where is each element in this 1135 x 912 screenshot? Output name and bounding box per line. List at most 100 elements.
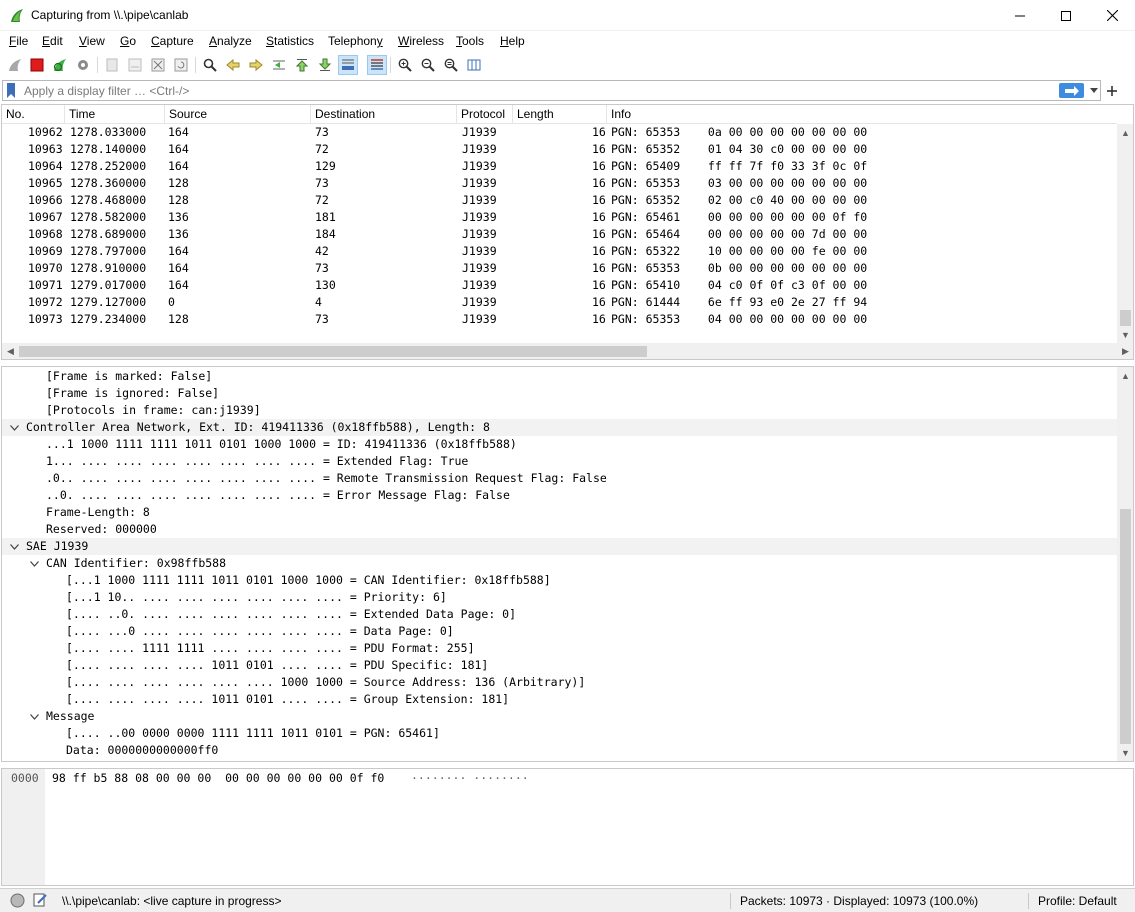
menu-wireless[interactable]: Wireless <box>398 34 444 48</box>
zoom-in-button[interactable] <box>395 55 415 75</box>
scroll-thumb[interactable] <box>1120 509 1131 744</box>
scroll-down-arrow[interactable]: ▼ <box>1117 744 1133 761</box>
details-vscrollbar[interactable]: ▲ ▼ <box>1117 367 1133 761</box>
packet-row[interactable]: 10966 1278.468000 128 72 J1939 16 PGN: 65352 0… <box>2 192 1117 209</box>
menu-file[interactable]: File <box>9 34 28 48</box>
detail-row[interactable]: Controller Area Network, Ext. ID: 419411… <box>2 419 1117 436</box>
menu-help[interactable]: Help <box>500 34 525 48</box>
detail-row[interactable]: [...1 10.. .... .... .... .... .... ....… <box>2 589 1117 606</box>
zoom-out-button[interactable] <box>418 55 438 75</box>
profile-text[interactable]: Profile: Default <box>1038 894 1117 908</box>
detail-row[interactable]: SAE J1939 <box>2 538 1117 555</box>
close-button[interactable] <box>1089 0 1135 31</box>
find-packet-button[interactable] <box>200 55 220 75</box>
close-file-button[interactable] <box>148 55 168 75</box>
apply-filter-button[interactable] <box>1059 83 1084 98</box>
scroll-thumb[interactable] <box>19 346 647 357</box>
bytes-hex[interactable]: 98 ff b5 88 08 00 00 00 00 00 00 00 00 0… <box>52 770 384 786</box>
chevron-down-icon[interactable] <box>28 708 40 725</box>
menu-go[interactable]: Go <box>120 34 136 48</box>
packet-row[interactable]: 10969 1278.797000 164 42 J1939 16 PGN: 65322 1… <box>2 243 1117 260</box>
menu-edit[interactable]: Edit <box>42 34 63 48</box>
detail-row[interactable]: [...1 1000 1111 1111 1011 0101 1000 1000… <box>2 572 1117 589</box>
detail-row[interactable]: [Frame is ignored: False] <box>2 385 1117 402</box>
go-first-packet-button[interactable] <box>292 55 312 75</box>
detail-row[interactable]: CAN Identifier: 0x98ffb588 <box>2 555 1117 572</box>
detail-row[interactable]: 1... .... .... .... .... .... .... .... … <box>2 453 1117 470</box>
column-header-destination[interactable]: Destination <box>311 105 457 124</box>
column-header-info[interactable]: Info <box>607 105 1117 124</box>
column-header-source[interactable]: Source <box>165 105 311 124</box>
autoscroll-button[interactable] <box>338 55 358 75</box>
detail-row[interactable]: Message <box>2 708 1117 725</box>
packet-row[interactable]: 10964 1278.252000 164 129 J1939 16 PGN: 65409 … <box>2 158 1117 175</box>
go-forward-button[interactable] <box>246 55 266 75</box>
detail-row[interactable]: .0.. .... .... .... .... .... .... .... … <box>2 470 1117 487</box>
resize-columns-button[interactable] <box>464 55 484 75</box>
column-header-protocol[interactable]: Protocol <box>457 105 513 124</box>
packet-row[interactable]: 10962 1278.033000 164 73 J1939 16 PGN: 65353 0… <box>2 124 1117 141</box>
go-back-button[interactable] <box>223 55 243 75</box>
open-file-button[interactable] <box>102 55 122 75</box>
add-filter-button[interactable] <box>1103 80 1121 101</box>
detail-row[interactable]: Reserved: 000000 <box>2 521 1117 538</box>
detail-row[interactable]: Frame-Length: 8 <box>2 504 1117 521</box>
edit-comment-icon[interactable] <box>33 892 48 907</box>
detail-row[interactable]: ..0. .... .... .... .... .... .... .... … <box>2 487 1117 504</box>
scroll-right-arrow[interactable]: ▶ <box>1117 343 1133 359</box>
chevron-down-icon[interactable] <box>28 555 40 572</box>
detail-row[interactable]: [.... .... .... .... .... .... 1000 1000… <box>2 674 1117 691</box>
chevron-down-icon[interactable] <box>8 419 20 436</box>
restart-capture-button[interactable] <box>50 55 70 75</box>
minimize-button[interactable] <box>997 0 1043 31</box>
packet-row[interactable]: 10967 1278.582000 136 181 J1939 16 PGN: 65461 … <box>2 209 1117 226</box>
packet-list-hscrollbar[interactable]: ◀ ▶ <box>2 343 1133 359</box>
normal-size-button[interactable] <box>441 55 461 75</box>
detail-row[interactable]: [.... .... .... .... 1011 0101 .... ....… <box>2 691 1117 708</box>
detail-row[interactable]: [.... ..00 0000 0000 1111 1111 1011 0101… <box>2 725 1117 742</box>
menu-view[interactable]: View <box>79 34 105 48</box>
filter-history-dropdown[interactable] <box>1088 84 1100 96</box>
packet-row[interactable]: 10968 1278.689000 136 184 J1939 16 PGN: 65464 … <box>2 226 1117 243</box>
detail-row[interactable]: ...1 1000 1111 1111 1011 0101 1000 1000 … <box>2 436 1117 453</box>
packet-row[interactable]: 10972 1279.127000 0 4 J1939 16 PGN: 61444 6e f… <box>2 294 1117 311</box>
column-header-no[interactable]: No. <box>2 105 65 124</box>
scroll-down-arrow[interactable]: ▼ <box>1117 326 1133 343</box>
bytes-ascii[interactable]: ········ ········ <box>411 770 529 786</box>
stop-capture-button[interactable] <box>27 55 47 75</box>
reload-file-button[interactable] <box>171 55 191 75</box>
scroll-up-arrow[interactable]: ▲ <box>1117 367 1133 384</box>
detail-row[interactable]: [.... ...0 .... .... .... .... .... ....… <box>2 623 1117 640</box>
go-to-packet-button[interactable] <box>269 55 289 75</box>
menu-capture[interactable]: Capture <box>151 34 194 48</box>
go-last-packet-button[interactable] <box>315 55 335 75</box>
bookmark-icon[interactable] <box>5 83 17 98</box>
menu-telephony[interactable]: Telephony <box>328 34 383 48</box>
start-capture-button[interactable] <box>5 55 25 75</box>
detail-row[interactable]: [.... .... .... .... 1011 0101 .... ....… <box>2 657 1117 674</box>
detail-row[interactable]: [Frame is marked: False] <box>2 368 1117 385</box>
column-header-time[interactable]: Time <box>65 105 165 124</box>
chevron-down-icon[interactable] <box>8 538 20 555</box>
detail-row[interactable]: [.... .... 1111 1111 .... .... .... ....… <box>2 640 1117 657</box>
scroll-left-arrow[interactable]: ◀ <box>2 343 19 359</box>
packet-row[interactable]: 10973 1279.234000 128 73 J1939 16 PGN: 65353 0… <box>2 311 1117 328</box>
capture-options-button[interactable] <box>73 55 93 75</box>
expert-info-icon[interactable] <box>10 893 25 908</box>
menu-tools[interactable]: Tools <box>456 34 484 48</box>
scroll-thumb[interactable] <box>1120 310 1131 326</box>
packet-row[interactable]: 10963 1278.140000 164 72 J1939 16 PGN: 65352 0… <box>2 141 1117 158</box>
packet-list-vscrollbar[interactable]: ▲ ▼ <box>1117 124 1133 343</box>
detail-row[interactable]: [Protocols in frame: can:j1939] <box>2 402 1117 419</box>
maximize-button[interactable] <box>1043 0 1089 31</box>
detail-row[interactable]: Data: 0000000000000ff0 <box>2 742 1117 759</box>
packet-row[interactable]: 10965 1278.360000 128 73 J1939 16 PGN: 65353 0… <box>2 175 1117 192</box>
colorize-button[interactable] <box>367 55 387 75</box>
column-header-length[interactable]: Length <box>513 105 607 124</box>
detail-row[interactable]: [.... ..0. .... .... .... .... .... ....… <box>2 606 1117 623</box>
save-file-button[interactable] <box>125 55 145 75</box>
packet-row[interactable]: 10970 1278.910000 164 73 J1939 16 PGN: 65353 0… <box>2 260 1117 277</box>
menu-analyze[interactable]: Analyze <box>209 34 252 48</box>
scroll-up-arrow[interactable]: ▲ <box>1117 124 1133 141</box>
packet-row[interactable]: 10971 1279.017000 164 130 J1939 16 PGN: 65410 … <box>2 277 1117 294</box>
